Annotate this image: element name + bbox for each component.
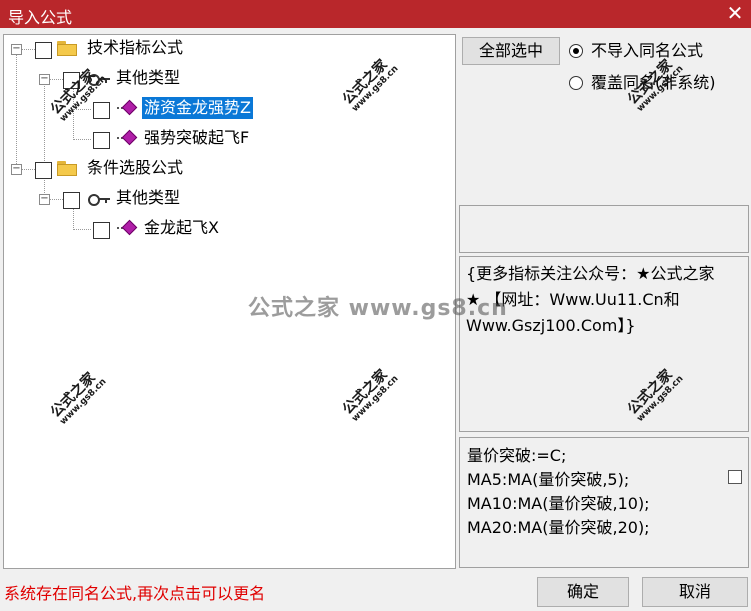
tree-connector (73, 229, 91, 230)
tree-connector (21, 169, 35, 170)
formula-icon (117, 99, 138, 116)
tree-connector (73, 139, 91, 140)
collapse-icon[interactable]: − (39, 194, 50, 205)
tree-node-label[interactable]: 其他类型 (116, 187, 180, 209)
code-preview-box[interactable]: 量价突破:=C; MA5:MA(量价突破,5); MA10:MA(量价突破,10… (459, 437, 749, 568)
tree-node-label[interactable]: 游资金龙强势Z (142, 97, 253, 119)
code-line: MA20:MA(量价突破,20); (467, 518, 650, 537)
tree-checkbox[interactable] (35, 42, 52, 59)
collapse-icon[interactable]: − (11, 44, 22, 55)
tree-checkbox[interactable] (63, 192, 80, 209)
title-bar: 导入公式 ✕ (0, 0, 751, 28)
collapse-icon[interactable]: − (39, 74, 50, 85)
formula-icon (117, 129, 138, 146)
window-title: 导入公式 (8, 8, 73, 27)
tree-node-label[interactable]: 其他类型 (116, 67, 180, 89)
key-icon (88, 193, 110, 206)
tree-checkbox[interactable] (93, 222, 110, 239)
tree-connector (16, 53, 17, 172)
status-message: 系统存在同名公式,再次点击可以更名 (4, 584, 266, 603)
empty-field (459, 205, 749, 253)
tree-checkbox[interactable] (93, 102, 110, 119)
close-icon[interactable]: ✕ (725, 2, 745, 24)
code-line: 量价突破:=C; (467, 446, 567, 465)
tree-node-label[interactable]: 技术指标公式 (87, 37, 183, 59)
watermark-center: 公式之家 www.gs8.cn (248, 296, 508, 321)
tree-node-label[interactable]: 金龙起飞X (144, 217, 219, 239)
formula-icon (117, 219, 138, 236)
tree-node-label[interactable]: 强势突破起飞F (144, 127, 249, 149)
description-box: {更多指标关注公众号：★公式之家★ 【网址：Www.Uu11.Cn和Www.Gs… (459, 256, 749, 432)
radio-indicator[interactable] (569, 76, 583, 90)
radio-skip-label: 不导入同名公式 (591, 41, 704, 60)
radio-skip-duplicates[interactable]: 不导入同名公式 (569, 40, 744, 62)
tree-connector (49, 199, 63, 200)
tree-connector (21, 49, 35, 50)
folder-icon (57, 161, 77, 176)
code-line: MA10:MA(量价突破,10); (467, 494, 650, 513)
ok-button[interactable]: 确定 (537, 577, 629, 607)
tree-connector (49, 79, 63, 80)
radio-indicator[interactable] (569, 44, 583, 58)
tree-checkbox[interactable] (93, 132, 110, 149)
tree-node-label[interactable]: 条件选股公式 (87, 157, 183, 179)
collapse-icon[interactable]: − (11, 164, 22, 175)
code-line: MA5:MA(量价突破,5); (467, 470, 630, 489)
code-checkbox[interactable] (728, 470, 742, 484)
tree-checkbox[interactable] (35, 162, 52, 179)
cancel-button[interactable]: 取消 (642, 577, 748, 607)
select-all-button[interactable]: 全部选中 (462, 37, 560, 65)
folder-icon (57, 41, 77, 56)
